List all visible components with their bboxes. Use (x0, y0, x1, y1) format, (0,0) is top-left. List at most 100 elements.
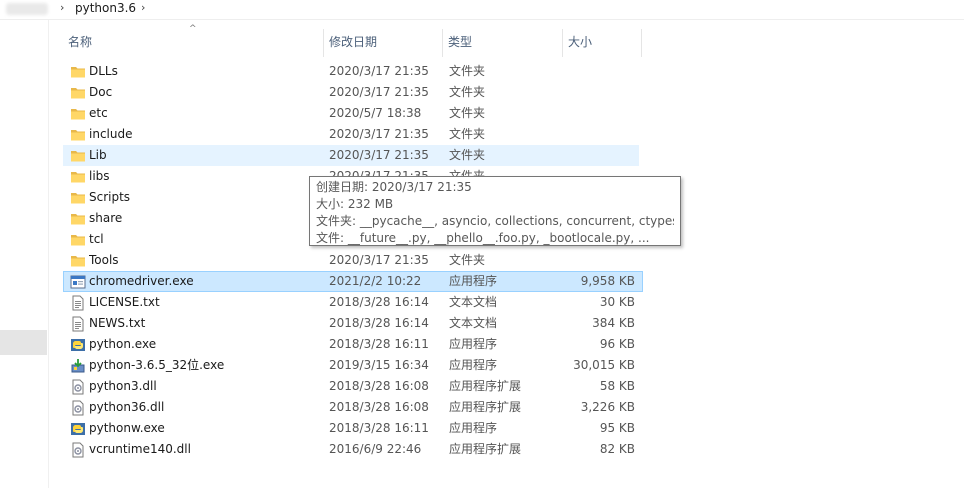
column-header-size[interactable]: 大小 (563, 27, 641, 57)
nav-selected-item[interactable] (0, 330, 47, 355)
file-row[interactable]: Doc 2020/3/17 21:35 文件夹 (63, 82, 643, 103)
text-file-icon (70, 316, 86, 332)
file-row[interactable]: Tools 2020/3/17 21:35 文件夹 (63, 250, 643, 271)
file-type: 应用程序 (449, 274, 498, 288)
file-name: Scripts (89, 190, 131, 204)
column-header-row: ^ 名称 修改日期 类型 大小 (63, 24, 643, 57)
file-size (564, 125, 635, 144)
navigation-pane[interactable] (0, 20, 49, 488)
file-type: 应用程序 (449, 358, 498, 372)
file-modified-date: 2018/3/28 16:14 (329, 295, 429, 309)
file-type: 文件夹 (449, 253, 486, 267)
folder-icon (70, 106, 86, 122)
file-name: libs (89, 169, 110, 183)
file-size: 30 KB (599, 295, 635, 309)
folder-icon (70, 127, 86, 143)
file-type: 文件夹 (449, 85, 486, 99)
file-size (564, 83, 635, 102)
file-size: 82 KB (599, 442, 635, 456)
file-size: 96 KB (599, 337, 635, 351)
dll-icon (70, 400, 86, 416)
file-type: 文件夹 (449, 148, 486, 162)
file-type: 应用程序扩展 (449, 379, 522, 393)
file-row[interactable]: vcruntime140.dll 2016/6/9 22:46 应用程序扩展 82 K… (63, 439, 643, 460)
file-size: 30,015 KB (573, 358, 635, 372)
file-modified-date: 2018/3/28 16:08 (329, 400, 429, 414)
file-row[interactable]: python3.dll 2018/3/28 16:08 应用程序扩展 58 KB (63, 376, 643, 397)
file-name: NEWS.txt (89, 316, 146, 330)
file-name: python36.dll (89, 400, 165, 414)
breadcrumb-current-folder[interactable]: python3.6 (75, 1, 136, 15)
column-divider[interactable] (641, 29, 642, 57)
file-modified-date: 2016/6/9 22:46 (329, 442, 422, 456)
folder-icon (70, 148, 86, 164)
folder-icon (70, 190, 86, 206)
file-modified-date: 2020/3/17 21:35 (329, 148, 429, 162)
python-exe-icon (70, 421, 86, 437)
file-size: 3,226 KB (580, 400, 635, 414)
file-type: 应用程序 (449, 421, 498, 435)
file-size: 58 KB (599, 379, 635, 393)
column-header-type[interactable]: 类型 (443, 27, 561, 57)
file-name: etc (89, 106, 108, 120)
file-type: 文件夹 (449, 127, 486, 141)
folder-info-tooltip: 创建日期: 2020/3/17 21:35 大小: 232 MB 文件夹: __… (309, 176, 681, 246)
file-name: include (89, 127, 133, 141)
file-name: chromedriver.exe (89, 274, 194, 288)
file-name: Doc (89, 85, 113, 99)
tooltip-size: 大小: 232 MB (316, 197, 394, 211)
file-name: DLLs (89, 64, 118, 78)
file-name: python.exe (89, 337, 157, 351)
breadcrumb-separator[interactable]: › (60, 1, 64, 14)
file-row[interactable]: chromedriver.exe 2021/2/2 10:22 应用程序 9,958 … (63, 271, 643, 292)
file-row[interactable]: python.exe 2018/3/28 16:11 应用程序 96 KB (63, 334, 643, 355)
column-header-name[interactable]: 名称 (63, 27, 325, 57)
file-type: 应用程序扩展 (449, 400, 522, 414)
file-name: vcruntime140.dll (89, 442, 191, 456)
breadcrumb-chevron[interactable]: › (141, 1, 145, 14)
file-type: 文本文档 (449, 295, 498, 309)
file-row[interactable]: pythonw.exe 2018/3/28 16:11 应用程序 95 KB (63, 418, 643, 439)
tooltip-created-date: 创建日期: 2020/3/17 21:35 (316, 180, 472, 194)
file-size (564, 62, 635, 81)
text-file-icon (70, 295, 86, 311)
file-type: 文件夹 (449, 64, 486, 78)
file-name: LICENSE.txt (89, 295, 160, 309)
blurred-path-segment (6, 3, 48, 15)
column-header-date[interactable]: 修改日期 (324, 27, 442, 57)
file-modified-date: 2018/3/28 16:11 (329, 337, 429, 351)
file-size (564, 146, 635, 165)
file-modified-date: 2020/3/17 21:35 (329, 85, 429, 99)
file-name: share (89, 211, 123, 225)
file-row[interactable]: DLLs 2020/3/17 21:35 文件夹 (63, 61, 643, 82)
file-row[interactable]: LICENSE.txt 2018/3/28 16:14 文本文档 30 KB (63, 292, 643, 313)
tooltip-files: 文件: __future__.py, __phello__.foo.py, _b… (316, 231, 650, 245)
file-size (564, 251, 635, 270)
exe-icon (70, 274, 86, 290)
file-modified-date: 2021/2/2 10:22 (329, 274, 422, 288)
file-modified-date: 2018/3/28 16:08 (329, 379, 429, 393)
file-modified-date: 2018/3/28 16:14 (329, 316, 429, 330)
address-bar[interactable]: › python3.6 › (0, 0, 964, 18)
file-row[interactable]: etc 2020/5/7 18:38 文件夹 (63, 103, 643, 124)
file-name: python-3.6.5_32位.exe (89, 358, 225, 372)
file-type: 应用程序 (449, 337, 498, 351)
file-modified-date: 2020/3/17 21:35 (329, 253, 429, 267)
folder-icon (70, 211, 86, 227)
file-modified-date: 2020/3/17 21:35 (329, 127, 429, 141)
folder-icon (70, 253, 86, 269)
file-row[interactable]: NEWS.txt 2018/3/28 16:14 文本文档 384 KB (63, 313, 643, 334)
python-exe-icon (70, 337, 86, 353)
file-size: 95 KB (599, 421, 635, 435)
file-type: 文件夹 (449, 106, 486, 120)
installer-icon (70, 358, 86, 374)
file-type: 文本文档 (449, 316, 498, 330)
folder-icon (70, 64, 86, 80)
file-row[interactable]: python-3.6.5_32位.exe 2019/3/15 16:34 应用程序 3… (63, 355, 643, 376)
address-divider (0, 19, 964, 20)
file-list[interactable]: DLLs 2020/3/17 21:35 文件夹 Doc 2020/3/17 21:35… (63, 61, 643, 460)
file-modified-date: 2019/3/15 16:34 (329, 358, 429, 372)
file-row[interactable]: python36.dll 2018/3/28 16:08 应用程序扩展 3,226 K… (63, 397, 643, 418)
file-row[interactable]: include 2020/3/17 21:35 文件夹 (63, 124, 643, 145)
file-row[interactable]: Lib 2020/3/17 21:35 文件夹 (63, 145, 639, 166)
